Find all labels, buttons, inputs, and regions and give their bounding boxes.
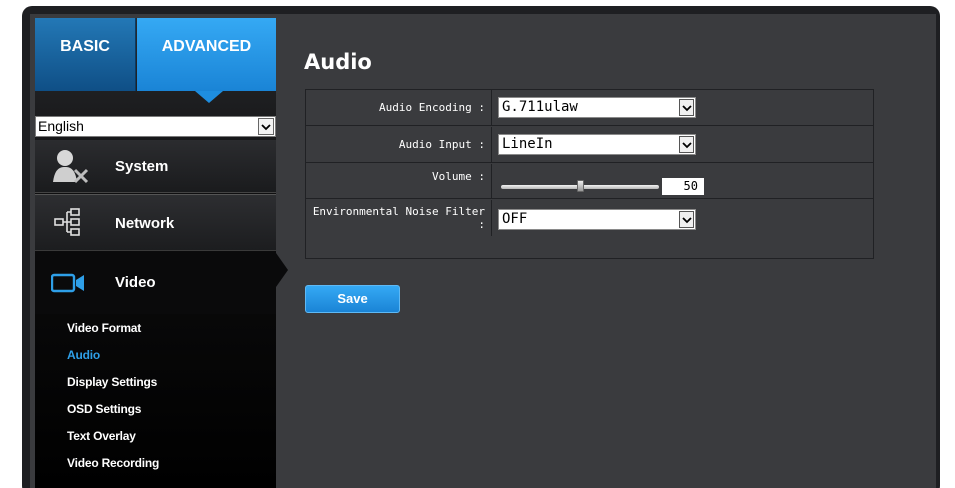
submenu-item-display-settings[interactable]: Display Settings xyxy=(67,374,159,401)
save-button[interactable]: Save xyxy=(305,285,400,313)
chevron-down-icon[interactable] xyxy=(679,136,694,153)
sidebar-item-label: System xyxy=(115,158,169,175)
chevron-down-icon[interactable] xyxy=(679,99,694,116)
video-camera-icon xyxy=(50,272,85,298)
volume-label: Volume : xyxy=(306,164,492,198)
language-value: English xyxy=(38,118,84,134)
tab-advanced[interactable]: ADVANCED xyxy=(137,18,276,91)
submenu-item-text-overlay[interactable]: Text Overlay xyxy=(67,428,159,455)
audio-encoding-select[interactable]: G.711ulaw xyxy=(498,97,696,118)
audio-input-value: LineIn xyxy=(502,136,553,152)
noise-filter-select[interactable]: OFF xyxy=(498,209,696,230)
audio-input-label: Audio Input : xyxy=(306,127,492,162)
submenu-item-audio[interactable]: Audio xyxy=(67,347,159,374)
audio-encoding-label: Audio Encoding : xyxy=(306,90,492,125)
main-panel: Audio Audio Encoding : G.711ulaw Audio I… xyxy=(276,14,936,488)
volume-value[interactable]: 50 xyxy=(662,178,704,195)
audio-encoding-value: G.711ulaw xyxy=(502,99,578,115)
network-tree-icon xyxy=(53,207,83,241)
submenu-item-video-format[interactable]: Video Format xyxy=(67,320,159,347)
audio-input-select[interactable]: LineIn xyxy=(498,134,696,155)
submenu-item-osd-settings[interactable]: OSD Settings xyxy=(67,401,159,428)
mode-tabs: BASIC ADVANCED xyxy=(35,18,276,91)
sidebar-item-video[interactable]: Video xyxy=(35,252,276,314)
row-audio-encoding: Audio Encoding : G.711ulaw xyxy=(306,90,873,126)
page-title: Audio xyxy=(304,50,372,74)
sidebar-item-network[interactable]: Network xyxy=(35,194,276,251)
sidebar-item-label: Video xyxy=(115,274,156,291)
noise-filter-label: Environmental Noise Filter : xyxy=(306,200,492,236)
sidebar-item-system[interactable]: System xyxy=(35,140,276,193)
sidebar-item-label: Network xyxy=(115,215,175,232)
active-tab-indicator xyxy=(195,91,223,103)
row-audio-input: Audio Input : LineIn xyxy=(306,127,873,163)
tab-basic[interactable]: BASIC xyxy=(35,18,136,91)
chevron-down-icon[interactable] xyxy=(258,118,274,135)
row-volume: Volume : 50 xyxy=(306,164,873,199)
chevron-down-icon[interactable] xyxy=(679,211,694,228)
volume-slider[interactable] xyxy=(501,180,659,192)
noise-filter-value: OFF xyxy=(502,211,528,227)
row-noise-filter: Environmental Noise Filter : OFF xyxy=(306,200,873,236)
user-tools-icon xyxy=(51,148,91,190)
audio-settings-form: Audio Encoding : G.711ulaw Audio Input :… xyxy=(305,89,874,259)
language-select[interactable]: English xyxy=(35,116,276,137)
video-submenu: Video Format Audio Display Settings OSD … xyxy=(67,320,159,482)
submenu-item-video-recording[interactable]: Video Recording xyxy=(67,455,159,482)
sidebar: BASIC ADVANCED English System Network Vi… xyxy=(35,18,276,488)
volume-slider-thumb[interactable] xyxy=(577,180,584,192)
